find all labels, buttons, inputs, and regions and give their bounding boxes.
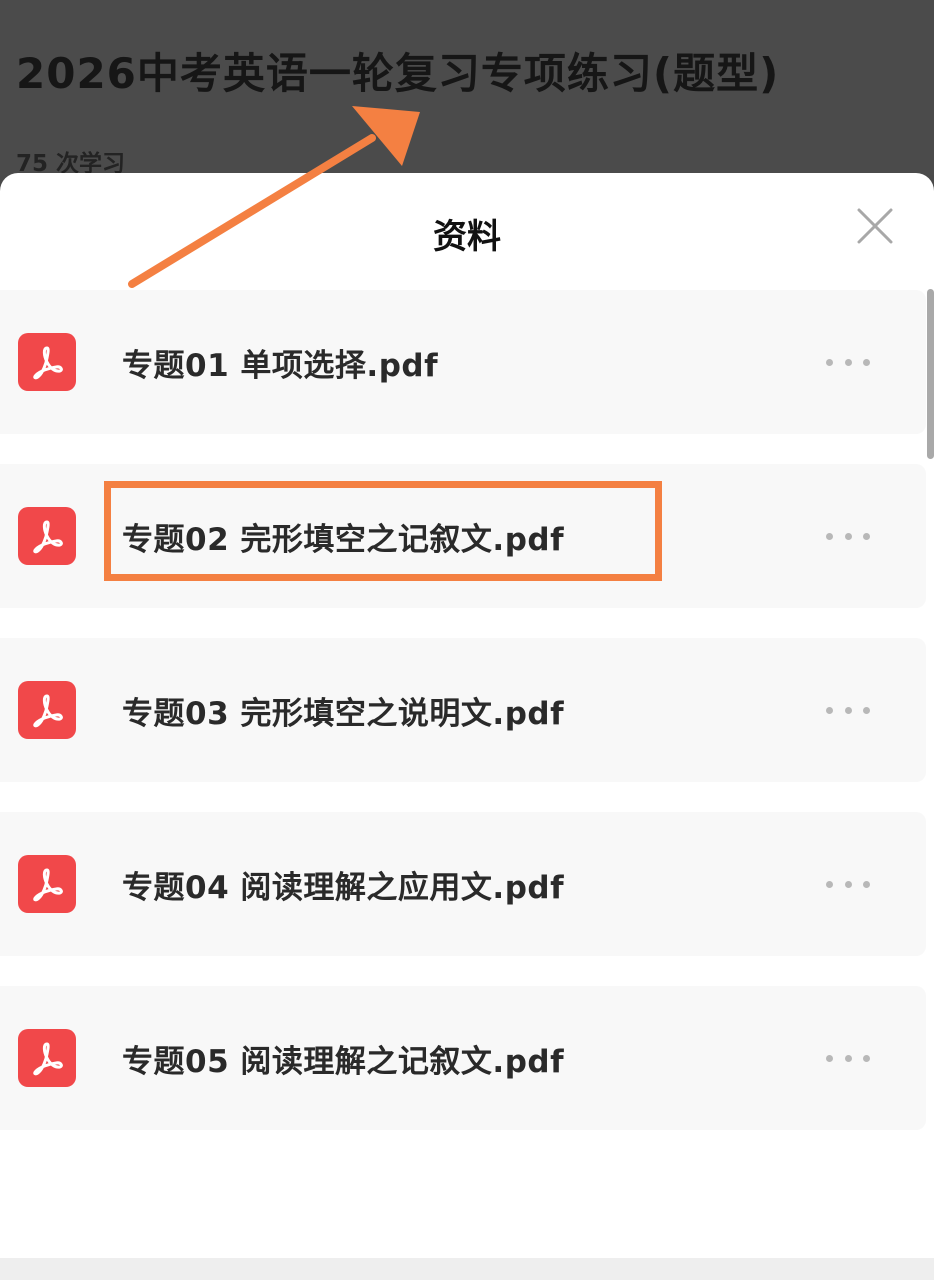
pdf-icon — [18, 507, 76, 565]
pdf-icon — [18, 855, 76, 913]
more-dots-icon[interactable] — [826, 874, 870, 894]
more-dots-icon[interactable] — [826, 700, 870, 720]
more-dots-icon[interactable] — [826, 526, 870, 546]
file-name: 专题01 单项选择.pdf — [122, 348, 439, 384]
file-item[interactable]: 专题03 完形填空之说明文.pdf — [0, 638, 926, 782]
bottom-bar — [0, 1258, 934, 1280]
file-name: 专题04 阅读理解之应用文.pdf — [122, 870, 565, 906]
more-dots-icon[interactable] — [826, 1048, 870, 1068]
more-dots-icon[interactable] — [826, 352, 870, 372]
highlight-annotation — [104, 481, 662, 581]
sheet-title: 资料 — [433, 217, 501, 257]
pdf-icon — [18, 681, 76, 739]
course-title: 2026中考英语一轮复习专项练习(题型) — [16, 49, 780, 98]
scrollbar[interactable] — [927, 289, 934, 459]
pdf-icon — [18, 333, 76, 391]
close-icon[interactable] — [856, 207, 894, 245]
file-name: 专题03 完形填空之说明文.pdf — [122, 696, 565, 732]
file-item[interactable]: 专题04 阅读理解之应用文.pdf — [0, 812, 926, 956]
file-item[interactable]: 专题01 单项选择.pdf — [0, 290, 926, 434]
page-backdrop: 2026中考英语一轮复习专项练习(题型) 75 次学习 — [0, 0, 934, 177]
file-item[interactable]: 专题05 阅读理解之记叙文.pdf — [0, 986, 926, 1130]
file-name: 专题05 阅读理解之记叙文.pdf — [122, 1044, 565, 1080]
pdf-icon — [18, 1029, 76, 1087]
